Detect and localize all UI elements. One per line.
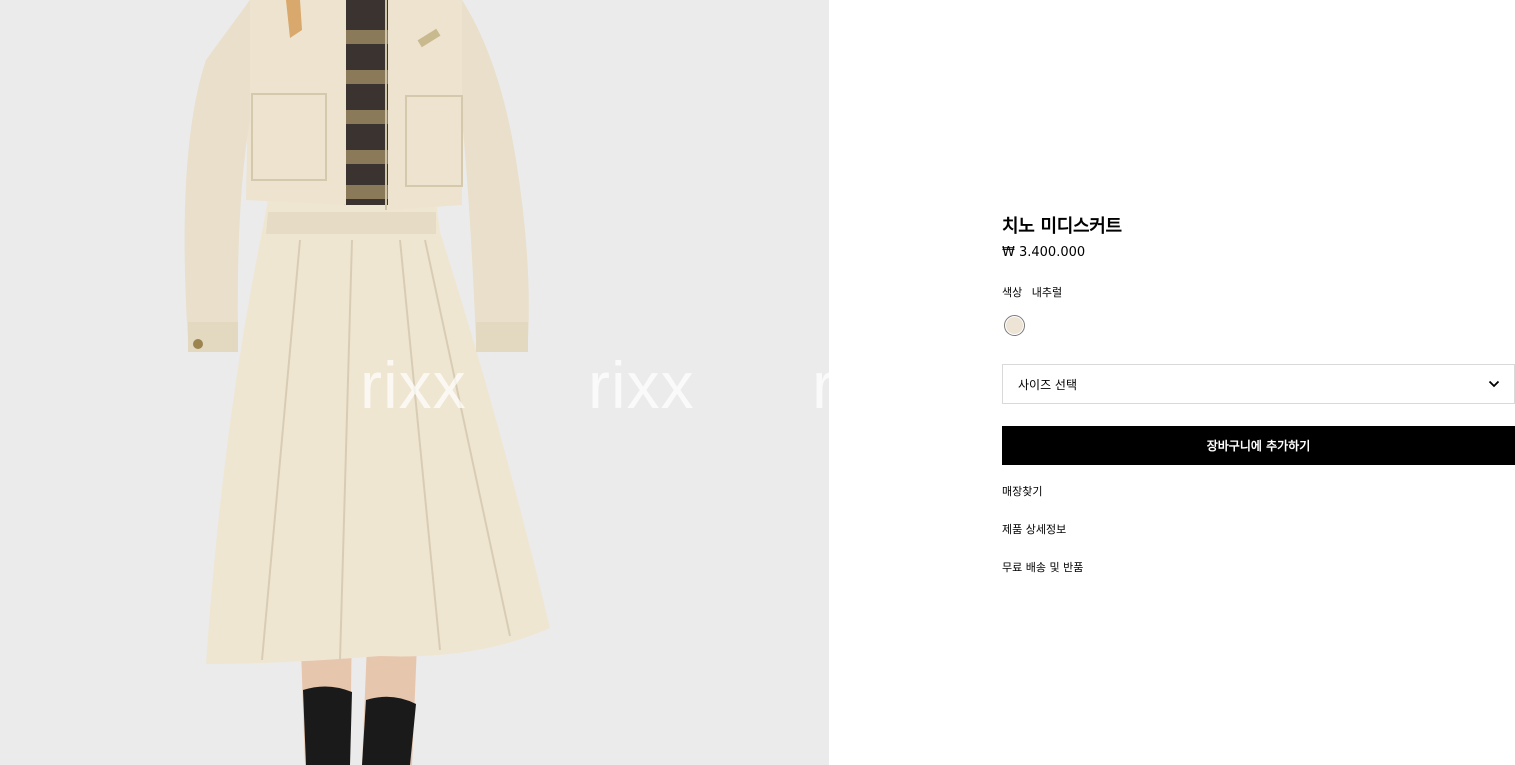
product-details-link[interactable]: 제품 상세정보 — [1002, 521, 1066, 537]
product-info-panel: 치노 미디스커트 ₩ 3.400.000 색상 내추럴 사이즈 선택 장바구니에… — [1002, 0, 1515, 765]
size-select[interactable]: 사이즈 선택 — [1002, 364, 1515, 404]
product-price: ₩ 3.400.000 — [1002, 245, 1086, 260]
jacket-left-sleeve — [184, 0, 250, 340]
watermark-text: rixx — [360, 348, 467, 422]
color-value: 내추럴 — [1031, 286, 1063, 299]
right-sock — [362, 696, 416, 765]
store-finder-link[interactable]: 매장찾기 — [1002, 483, 1042, 499]
skirt-waistband — [266, 212, 436, 234]
color-row: 색상 내추럴 — [1002, 284, 1062, 300]
product-image: rixx rixx rixx — [0, 0, 829, 765]
color-swatch-dot — [1006, 317, 1023, 334]
jacket-right-panel — [388, 0, 462, 210]
color-label: 색상 — [1002, 286, 1023, 299]
add-to-cart-button[interactable]: 장바구니에 추가하기 — [1002, 426, 1515, 465]
watermark-text: rixx — [588, 348, 695, 422]
watermark-text: rixx — [812, 348, 829, 422]
left-sock — [303, 686, 352, 765]
product-title: 치노 미디스커트 — [1002, 216, 1122, 237]
chevron-down-icon — [1488, 380, 1500, 388]
jacket-button — [193, 339, 203, 349]
jacket-right-sleeve — [462, 0, 529, 340]
shipping-returns-link[interactable]: 무료 배송 및 반품 — [1002, 559, 1083, 575]
size-select-label: 사이즈 선택 — [1018, 377, 1078, 392]
color-swatch[interactable] — [1004, 315, 1025, 336]
